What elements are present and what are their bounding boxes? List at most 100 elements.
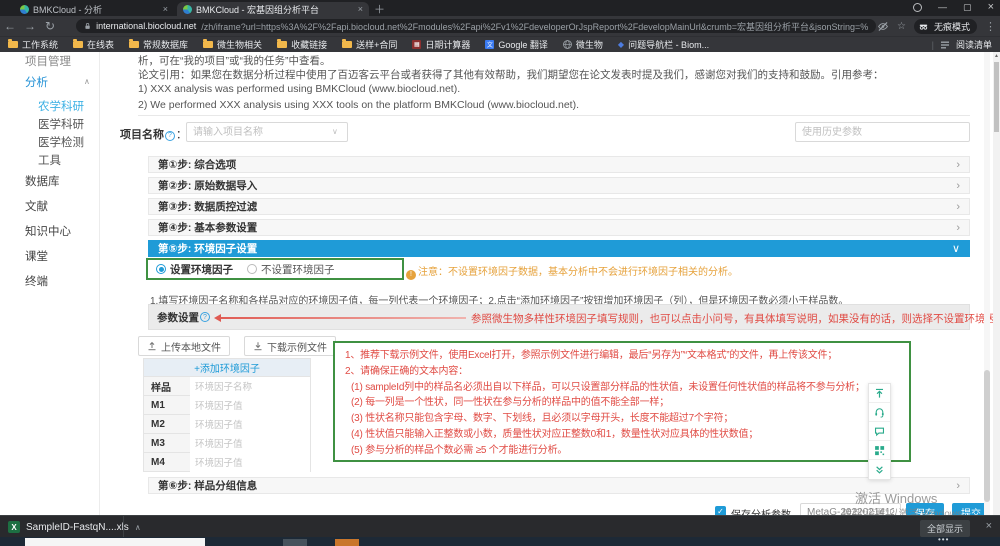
sidebar: 项目管理 分析 ∧ 农学科研 医学科研 医学检测 工具 数据库 文献 知识中心 … xyxy=(0,52,100,515)
scrollbar-thumb[interactable] xyxy=(994,62,999,132)
bookmark-item[interactable]: 收藏链接 xyxy=(277,38,327,51)
param-settings-bar: 参数设置 ? 参照微生物多样性环境因子填写规则，也可以点击小问号，有具体填写说明… xyxy=(148,304,970,330)
note-line: (4) 性状值只能输入正整数或小数，质量性状对应正整数0和1，数量性状对应具体的… xyxy=(345,427,899,443)
row-label: 样品 xyxy=(144,377,190,395)
usage-notes-box: 1、推荐下载示例文件，使用Excel打开，参照示例文件进行编辑，最后“另存为”“… xyxy=(333,341,911,462)
sidebar-item-tools[interactable]: 工具 xyxy=(38,152,61,168)
step-1-header[interactable]: 第①步: 综合选项› xyxy=(148,156,970,173)
back-icon[interactable]: ← xyxy=(0,19,20,33)
radio-unset-env-factor[interactable]: 不设置环境因子 xyxy=(247,262,335,277)
sidebar-item-agri-research[interactable]: 农学科研 xyxy=(38,98,84,114)
collapse-icon[interactable] xyxy=(869,460,890,479)
incognito-avatar-icon xyxy=(917,20,930,33)
close-window-icon[interactable]: × xyxy=(988,1,994,13)
history-params-input[interactable] xyxy=(795,122,970,142)
download-sample-file-button[interactable]: 下载示例文件 xyxy=(244,336,336,356)
table-row: M4 xyxy=(144,452,310,471)
sidebar-item-project-mgmt[interactable]: 项目管理 xyxy=(25,53,71,69)
tab-close-icon[interactable]: × xyxy=(163,4,168,14)
scrollbar-thumb[interactable] xyxy=(984,370,990,502)
env-factor-value-input[interactable] xyxy=(190,417,310,435)
sidebar-item-literature[interactable]: 文献 xyxy=(25,198,48,214)
sidebar-item-classroom[interactable]: 课堂 xyxy=(25,248,48,264)
minimize-icon[interactable]: — xyxy=(938,2,947,12)
env-factor-value-input[interactable] xyxy=(190,398,310,416)
browser-tab-1[interactable]: BMKCloud - 分析 × xyxy=(14,2,174,16)
save-button[interactable]: 保存 xyxy=(906,503,944,515)
bookmark-item[interactable]: 微生物相关 xyxy=(203,38,262,51)
forward-icon[interactable]: → xyxy=(20,19,40,33)
chevron-right-icon: › xyxy=(956,222,960,234)
help-icon[interactable]: ? xyxy=(165,131,175,141)
qr-code-icon[interactable] xyxy=(869,441,890,460)
browser-tab-2[interactable]: BMKCloud - 宏基因组分析平台 × xyxy=(177,2,369,16)
sidebar-item-knowledge[interactable]: 知识中心 xyxy=(25,223,71,239)
reading-list-icon xyxy=(940,40,950,50)
capture-tool-icon[interactable] xyxy=(913,3,922,12)
bookmark-item[interactable]: 在线表 xyxy=(73,38,114,51)
menu-kebab-icon[interactable]: ⋮ xyxy=(985,20,996,33)
page-content: 项目管理 分析 ∧ 农学科研 医学科研 医学检测 工具 数据库 文献 知识中心 … xyxy=(0,52,993,515)
taskbar-overflow-icon[interactable]: ••• xyxy=(938,535,949,544)
reading-list-label[interactable]: 阅读清单 xyxy=(956,38,992,51)
env-factor-name-input[interactable] xyxy=(190,379,310,397)
step-6-header[interactable]: 第⑥步: 样品分组信息› xyxy=(148,477,970,494)
radio-set-env-factor[interactable]: 设置环境因子 xyxy=(156,262,233,277)
content-scrollbar[interactable] xyxy=(984,52,990,515)
step-3-header[interactable]: 第③步: 数据质控过滤› xyxy=(148,198,970,215)
separator xyxy=(123,516,124,538)
add-env-factor-button[interactable]: +添加环境因子 xyxy=(144,359,310,376)
sidebar-item-analysis[interactable]: 分析 xyxy=(25,74,48,90)
bookmark-item[interactable]: 常规数据库 xyxy=(129,38,188,51)
incognito-badge[interactable]: 无痕模式 xyxy=(914,19,977,34)
maximize-icon[interactable]: ▢ xyxy=(963,2,972,13)
bookmark-item[interactable]: ◆问题导航栏 - Biom... xyxy=(618,38,709,51)
chevron-up-icon[interactable]: ∧ xyxy=(135,523,141,532)
row-label: M2 xyxy=(144,415,190,433)
close-shelf-icon[interactable]: × xyxy=(986,520,992,532)
bookmark-item[interactable]: 送样+合同 xyxy=(342,38,397,51)
bookmark-item[interactable]: 工作系统 xyxy=(8,38,58,51)
chevron-right-icon: › xyxy=(956,180,960,192)
help-icon[interactable]: ? xyxy=(200,312,210,322)
eye-blocked-icon[interactable] xyxy=(877,21,889,32)
sidebar-item-database[interactable]: 数据库 xyxy=(25,173,60,189)
env-factor-value-input[interactable] xyxy=(190,436,310,454)
sidebar-item-medical-research[interactable]: 医学科研 xyxy=(38,116,84,132)
step-4-header[interactable]: 第④步: 基本参数设置› xyxy=(148,219,970,236)
bmkcloud-favicon xyxy=(20,5,29,14)
table-row: M1 xyxy=(144,395,310,414)
reload-icon[interactable]: ↻ xyxy=(40,19,60,33)
env-factor-value-input[interactable] xyxy=(190,455,310,473)
tab-close-icon[interactable]: × xyxy=(358,4,363,14)
bookmark-item[interactable]: ▦日期计算器 xyxy=(412,38,470,51)
bookmark-item[interactable]: 文Google 翻译 xyxy=(485,38,548,51)
sidebar-item-medical-test[interactable]: 医学检测 xyxy=(38,134,84,150)
note-line: 1、推荐下载示例文件，使用Excel打开，参照示例文件进行编辑，最后“另存为”“… xyxy=(345,348,899,364)
customer-service-icon[interactable] xyxy=(869,403,890,422)
chat-icon[interactable] xyxy=(869,422,890,441)
project-name-input[interactable] xyxy=(186,122,348,142)
env-factor-table: +添加环境因子 样品 M1 M2 M3 M4 xyxy=(143,358,311,472)
param-name-input[interactable] xyxy=(800,503,901,515)
downloaded-file-chip[interactable]: X SampleID-FastqN....xls ∧ xyxy=(8,519,141,535)
back-to-top-icon[interactable] xyxy=(869,384,890,403)
step-2-header[interactable]: 第②步: 原始数据导入› xyxy=(148,177,970,194)
scroll-up-icon[interactable]: ▲ xyxy=(994,53,999,59)
calculator-icon: ▦ xyxy=(412,40,421,49)
bookmark-star-icon[interactable]: ☆ xyxy=(897,21,906,32)
save-params-checkbox[interactable]: ✓ xyxy=(715,506,726,515)
browser-scrollbar[interactable]: ▲ xyxy=(993,52,1000,515)
bookmark-item[interactable]: 微生物 xyxy=(563,38,603,51)
note-line: (1) sampleId列中的样品名必须出自以下样品，可以只设置部分样品的性状值… xyxy=(345,380,899,396)
address-bar[interactable]: international.biocloud.net /zh/iframe?ur… xyxy=(76,19,876,33)
taskbar-app-tile[interactable] xyxy=(283,539,307,546)
step-5-header[interactable]: 第⑤步: 环境因子设置∨ xyxy=(148,240,970,257)
taskbar-window-preview[interactable] xyxy=(25,538,205,546)
taskbar-app-tile[interactable] xyxy=(335,539,359,546)
sidebar-item-terminal[interactable]: 终端 xyxy=(25,273,48,289)
upload-local-file-button[interactable]: 上传本地文件 xyxy=(138,336,230,356)
new-tab-icon[interactable]: ＋ xyxy=(374,1,385,17)
note-line: 2、请确保正确的文本内容： xyxy=(345,364,899,380)
folder-icon xyxy=(203,41,213,48)
